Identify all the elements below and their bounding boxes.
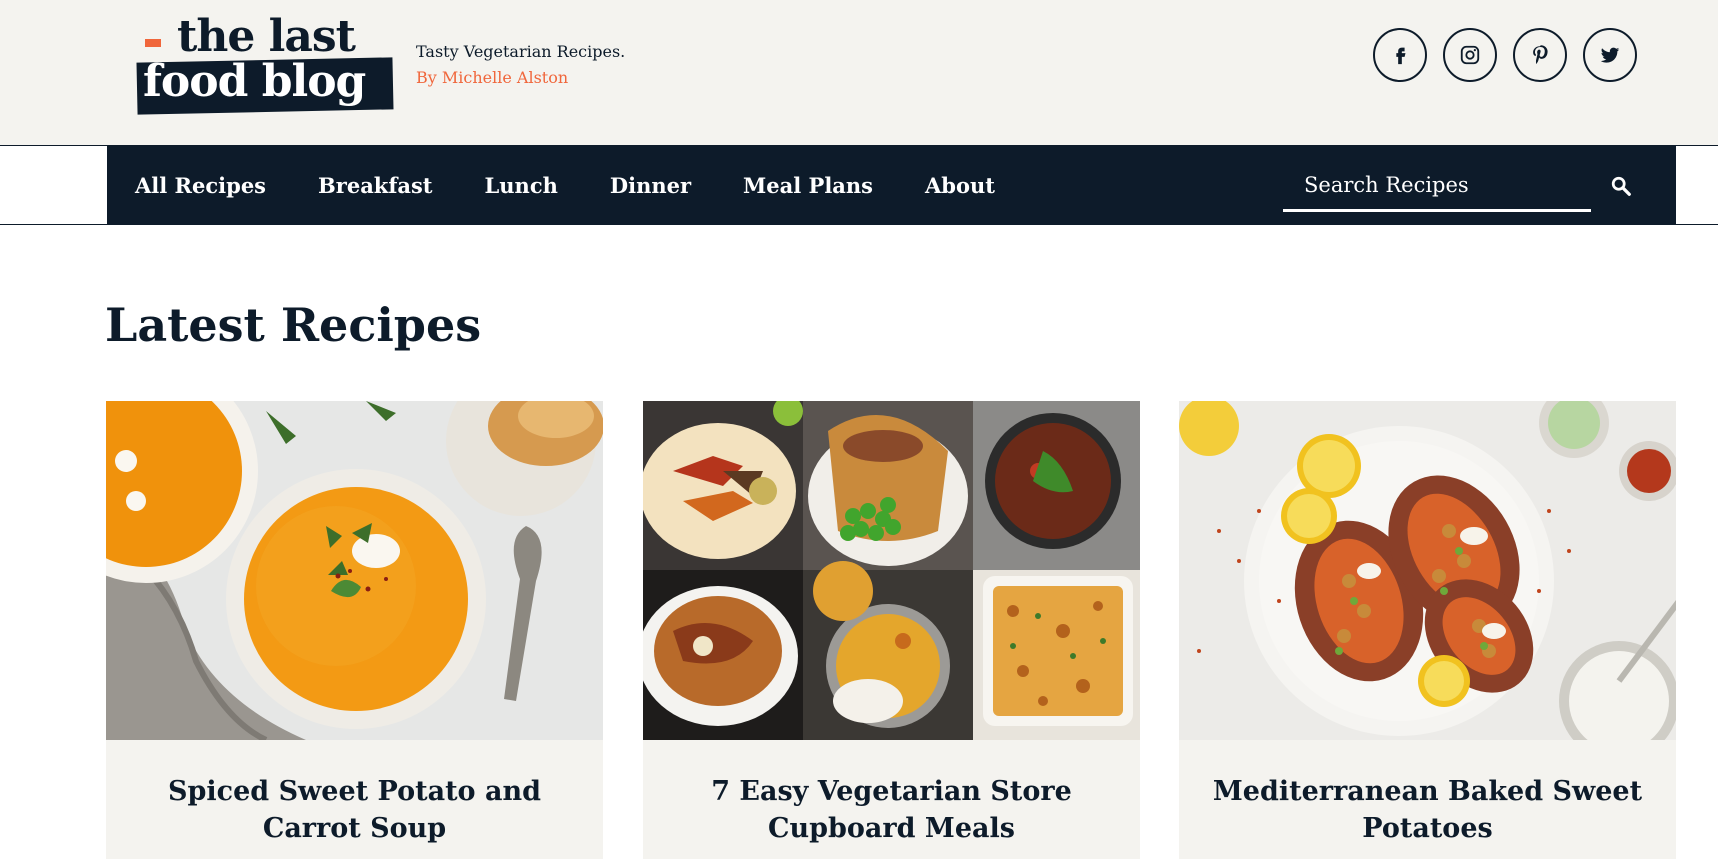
- recipe-title[interactable]: Mediterranean Baked Sweet Potatoes: [1199, 773, 1656, 847]
- recipe-title[interactable]: 7 Easy Vegetarian Store Cupboard Meals: [663, 773, 1120, 847]
- site-header: the last food blog Tasty Vegetarian Reci…: [0, 0, 1718, 146]
- instagram-link[interactable]: [1443, 28, 1497, 82]
- social-links: [1373, 28, 1637, 82]
- collage-photo: [643, 401, 1140, 740]
- search-button[interactable]: [1607, 172, 1635, 200]
- search-icon: [1611, 176, 1631, 196]
- page-title: Latest Recipes: [105, 298, 482, 352]
- site-logo[interactable]: the last food blog: [135, 11, 395, 115]
- nav-item-all-recipes[interactable]: All Recipes: [135, 173, 266, 198]
- nav-menu: All Recipes Breakfast Lunch Dinner Meal …: [135, 146, 1047, 225]
- main-nav: All Recipes Breakfast Lunch Dinner Meal …: [107, 146, 1676, 225]
- recipe-image[interactable]: [106, 401, 603, 740]
- logo-dash: [145, 39, 161, 47]
- recipe-image[interactable]: [643, 401, 1140, 740]
- search-field: [1283, 160, 1591, 212]
- nav-item-meal-plans[interactable]: Meal Plans: [743, 173, 873, 198]
- logo-line-2: food blog: [143, 56, 366, 107]
- recipe-card[interactable]: 7 Easy Vegetarian Store Cupboard Meals: [643, 401, 1140, 859]
- nav-item-about[interactable]: About: [925, 173, 995, 198]
- pinterest-icon: [1533, 45, 1548, 64]
- recipe-card[interactable]: Spiced Sweet Potato and Carrot Soup: [106, 401, 603, 859]
- facebook-icon: [1396, 47, 1406, 65]
- pinterest-link[interactable]: [1513, 28, 1567, 82]
- soup-photo: [106, 401, 603, 740]
- nav-item-lunch[interactable]: Lunch: [485, 173, 558, 198]
- site-tagline: Tasty Vegetarian Recipes.: [416, 42, 626, 61]
- nav-item-dinner[interactable]: Dinner: [610, 173, 691, 198]
- sweet-potato-photo: [1179, 401, 1676, 740]
- twitter-link[interactable]: [1583, 28, 1637, 82]
- recipe-image[interactable]: [1179, 401, 1676, 740]
- site-byline[interactable]: By Michelle Alston: [416, 68, 568, 87]
- search-input[interactable]: [1283, 160, 1591, 209]
- nav-item-breakfast[interactable]: Breakfast: [318, 173, 433, 198]
- logo-line-1: the last: [177, 11, 356, 62]
- recipe-card[interactable]: Mediterranean Baked Sweet Potatoes: [1179, 401, 1676, 859]
- recipe-title[interactable]: Spiced Sweet Potato and Carrot Soup: [126, 773, 583, 847]
- facebook-link[interactable]: [1373, 28, 1427, 82]
- recipe-grid: Spiced Sweet Potato and Carrot Soup 7 Ea…: [106, 401, 1676, 859]
- twitter-icon: [1600, 47, 1620, 63]
- instagram-icon: [1460, 45, 1480, 65]
